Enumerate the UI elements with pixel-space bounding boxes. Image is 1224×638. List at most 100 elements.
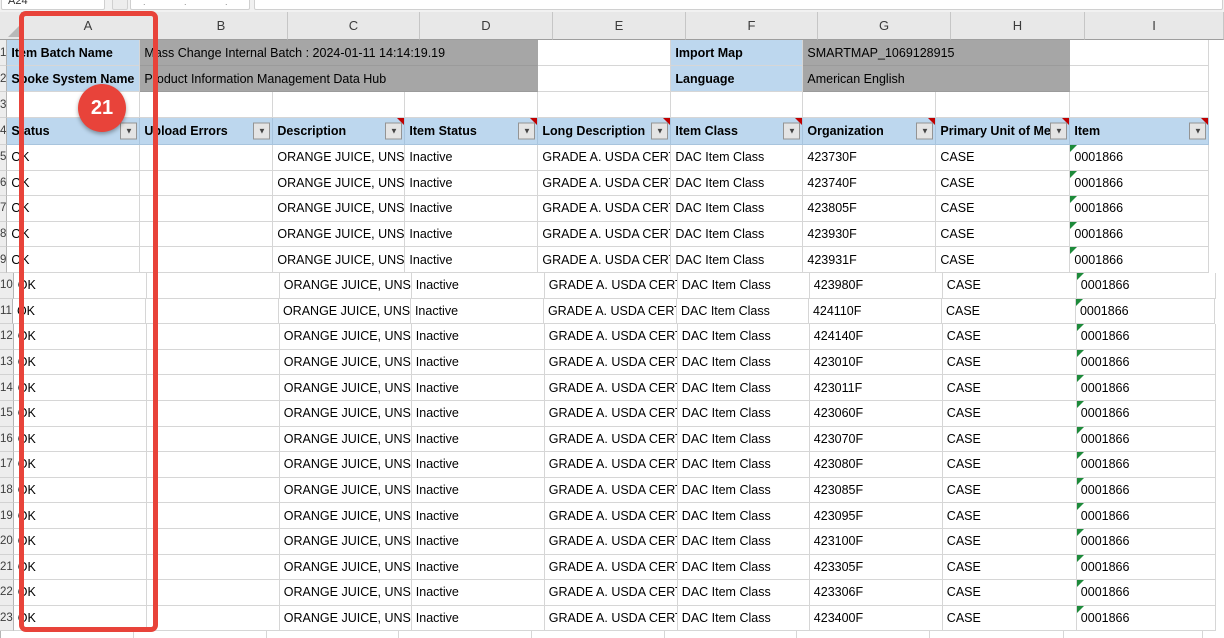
cell-h10[interactable]: CASE: [943, 273, 1077, 299]
cell-e24[interactable]: [532, 631, 665, 638]
filter-dropdown-button[interactable]: ▼: [253, 123, 270, 140]
cell-c20[interactable]: ORANGE JUICE, UNSW: [280, 529, 412, 555]
cell-i1[interactable]: [1070, 40, 1209, 66]
cell-b11[interactable]: [146, 299, 279, 325]
cell-h13[interactable]: CASE: [943, 350, 1077, 376]
cell-g17[interactable]: 423080F: [810, 452, 943, 478]
cell-f6[interactable]: DAC Item Class: [671, 171, 803, 197]
cell-d6[interactable]: Inactive: [405, 171, 538, 197]
cell-i17[interactable]: 0001866: [1077, 452, 1216, 478]
header-cell-e4[interactable]: Long Description▼: [538, 118, 671, 145]
cell-g7[interactable]: 423805F: [803, 196, 936, 222]
column-header-e[interactable]: E: [553, 12, 686, 40]
insert-function-button[interactable]: [112, 0, 128, 10]
cell-a15[interactable]: OK: [14, 401, 147, 427]
cell-d12[interactable]: Inactive: [412, 324, 545, 350]
cell-e23[interactable]: GRADE A. USDA CERTI: [545, 606, 678, 632]
row-header-9[interactable]: 9: [0, 247, 7, 273]
row-header-16[interactable]: 16: [0, 427, 14, 453]
row-header-22[interactable]: 22: [0, 580, 14, 606]
header-cell-g4[interactable]: Organization▼: [803, 118, 936, 145]
cell-d14[interactable]: Inactive: [412, 375, 545, 401]
cell-d13[interactable]: Inactive: [412, 350, 545, 376]
cell-c22[interactable]: ORANGE JUICE, UNSW: [280, 580, 412, 606]
cell-b9[interactable]: [140, 247, 273, 273]
cell-e22[interactable]: GRADE A. USDA CERTI: [545, 580, 678, 606]
cell-i15[interactable]: 0001866: [1077, 401, 1216, 427]
cell-g6[interactable]: 423740F: [803, 171, 936, 197]
cell-f14[interactable]: DAC Item Class: [678, 375, 810, 401]
cell-b24[interactable]: [134, 631, 267, 638]
cell-g12[interactable]: 424140F: [810, 324, 943, 350]
row-header-8[interactable]: 8: [0, 222, 7, 248]
cell-b17[interactable]: [147, 452, 280, 478]
cell-i16[interactable]: 0001866: [1077, 427, 1216, 453]
cell-b10[interactable]: [147, 273, 280, 299]
filter-dropdown-button[interactable]: ▼: [385, 123, 402, 140]
cell-g11[interactable]: 424110F: [809, 299, 942, 325]
row-header-2[interactable]: 2: [0, 66, 7, 92]
header-cell-d4[interactable]: Item Status▼: [405, 118, 538, 145]
row-header-1[interactable]: 1: [0, 40, 7, 66]
cell-g9[interactable]: 423931F: [803, 247, 936, 273]
cell-g20[interactable]: 423100F: [810, 529, 943, 555]
row-header-17[interactable]: 17: [0, 452, 14, 478]
cell-b16[interactable]: [147, 427, 280, 453]
row-header-20[interactable]: 20: [0, 529, 14, 555]
cell-f9[interactable]: DAC Item Class: [671, 247, 803, 273]
select-all-button[interactable]: [0, 12, 22, 40]
cell-f19[interactable]: DAC Item Class: [678, 503, 810, 529]
cell-g3[interactable]: [803, 92, 936, 118]
cell-i19[interactable]: 0001866: [1077, 503, 1216, 529]
header-cell-f4[interactable]: Item Class▼: [671, 118, 803, 145]
cell-g24[interactable]: [797, 631, 930, 638]
cell-h11[interactable]: CASE: [942, 299, 1076, 325]
cell-h8[interactable]: CASE: [936, 222, 1070, 248]
cell-b7[interactable]: [140, 196, 273, 222]
cell-h5[interactable]: CASE: [936, 145, 1070, 171]
cell-b13[interactable]: [147, 350, 280, 376]
cell-f15[interactable]: DAC Item Class: [678, 401, 810, 427]
row-header-5[interactable]: 5: [0, 145, 7, 171]
cell-a1[interactable]: Item Batch Name: [7, 40, 140, 66]
cell-i13[interactable]: 0001866: [1077, 350, 1216, 376]
cell-i7[interactable]: 0001866: [1070, 196, 1209, 222]
row-header-7[interactable]: 7: [0, 196, 7, 222]
cell-e3[interactable]: [538, 92, 671, 118]
cell-c12[interactable]: ORANGE JUICE, UNSW: [280, 324, 412, 350]
cell-f16[interactable]: DAC Item Class: [678, 427, 810, 453]
cell-d5[interactable]: Inactive: [405, 145, 538, 171]
cell-a7[interactable]: OK: [7, 196, 140, 222]
cell-f17[interactable]: DAC Item Class: [678, 452, 810, 478]
cell-c6[interactable]: ORANGE JUICE, UNSW: [273, 171, 405, 197]
cell-b14[interactable]: [147, 375, 280, 401]
cell-i10[interactable]: 0001866: [1077, 273, 1216, 299]
cell-a8[interactable]: OK: [7, 222, 140, 248]
cell-c19[interactable]: ORANGE JUICE, UNSW: [280, 503, 412, 529]
cell-b12[interactable]: [147, 324, 280, 350]
cell-e1[interactable]: [538, 40, 671, 66]
cell-g5[interactable]: 423730F: [803, 145, 936, 171]
cell-h17[interactable]: CASE: [943, 452, 1077, 478]
cell-d20[interactable]: Inactive: [412, 529, 545, 555]
cell-d7[interactable]: Inactive: [405, 196, 538, 222]
row-header-11[interactable]: 11: [0, 299, 13, 325]
cell-h14[interactable]: CASE: [943, 375, 1077, 401]
cell-g23[interactable]: 423400F: [810, 606, 943, 632]
cell-g22[interactable]: 423306F: [810, 580, 943, 606]
cell-i9[interactable]: 0001866: [1070, 247, 1209, 273]
cell-a22[interactable]: OK: [14, 580, 147, 606]
cell-f20[interactable]: DAC Item Class: [678, 529, 810, 555]
cell-a16[interactable]: OK: [14, 427, 147, 453]
column-header-h[interactable]: H: [951, 12, 1085, 40]
row-header-23[interactable]: 23: [0, 606, 14, 632]
row-header-21[interactable]: 21: [0, 555, 14, 581]
name-box[interactable]: A24: [1, 0, 105, 10]
cell-h16[interactable]: CASE: [943, 427, 1077, 453]
cell-g10[interactable]: 423980F: [810, 273, 943, 299]
cell-h22[interactable]: CASE: [943, 580, 1077, 606]
cell-f10[interactable]: DAC Item Class: [678, 273, 810, 299]
cell-g14[interactable]: 423011F: [810, 375, 943, 401]
cell-c10[interactable]: ORANGE JUICE, UNSW: [280, 273, 412, 299]
cell-c15[interactable]: ORANGE JUICE, UNSW: [280, 401, 412, 427]
